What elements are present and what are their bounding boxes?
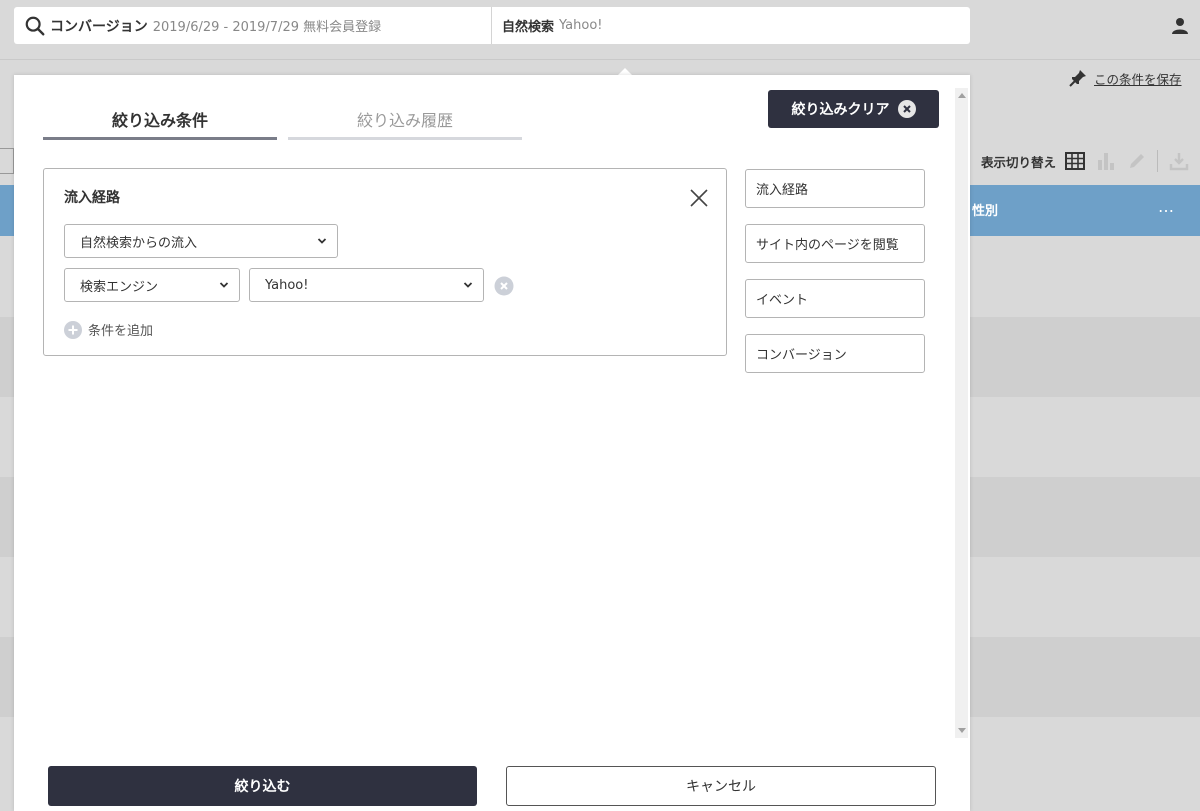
add-condition-button[interactable]: 条件を追加 [64, 320, 153, 339]
search-icon [25, 16, 45, 35]
pin-icon [1069, 70, 1086, 87]
table-view-icon[interactable] [1064, 150, 1086, 172]
download-icon[interactable] [1168, 150, 1190, 172]
column-menu-icon[interactable]: … [1158, 197, 1175, 216]
condition-card: 流入経路 自然検索からの流入 検索エンジン Yahoo! 条件を追加 [43, 168, 727, 356]
close-circle-icon [897, 100, 916, 118]
search-summary[interactable]: コンバージョン 2019/6/29 - 2019/7/29 無料会員登録 [14, 7, 492, 44]
cancel-button[interactable]: キャンセル [506, 766, 936, 806]
clear-filter-label: 絞り込みクリア [791, 102, 890, 118]
save-condition-link[interactable]: この条件を保存 [1068, 68, 1182, 88]
tab-filter-conditions[interactable]: 絞り込み条件 [43, 100, 277, 140]
chevron-down-icon [317, 238, 327, 244]
filter-modal: 絞り込み条件 絞り込み履歴 絞り込みクリア 流入経路 自然検索からの流入 検索エ… [14, 75, 970, 811]
key-select[interactable]: 検索エンジン [64, 268, 240, 302]
chevron-down-icon [219, 282, 229, 288]
value-select-value: Yahoo! [265, 277, 309, 293]
source-select[interactable]: 自然検索からの流入 [64, 224, 338, 258]
clear-filter-button[interactable]: 絞り込みクリア [768, 90, 939, 128]
save-condition-label: この条件を保存 [1094, 71, 1182, 87]
table-header [0, 185, 14, 236]
bar-chart-icon[interactable] [1095, 150, 1117, 172]
view-switch-label: 表示切り替え [981, 154, 1057, 170]
side-button-page-view[interactable]: サイト内のページを閲覧 [745, 224, 925, 263]
key-select-value: 検索エンジン [80, 279, 159, 295]
side-button-event[interactable]: イベント [745, 279, 925, 318]
filter-value: Yahoo! [559, 18, 603, 33]
separator [1157, 150, 1159, 172]
apply-filter-button[interactable]: 絞り込む [48, 766, 477, 806]
edit-icon[interactable] [1126, 150, 1148, 172]
search-subtitle: 2019/6/29 - 2019/7/29 無料会員登録 [152, 20, 382, 35]
background-control [0, 148, 14, 174]
scroll-up-icon[interactable] [958, 93, 966, 98]
value-select[interactable]: Yahoo! [249, 268, 484, 302]
column-header-gender[interactable]: 性別 [972, 200, 998, 219]
search-bar[interactable]: コンバージョン 2019/6/29 - 2019/7/29 無料会員登録 自然検… [14, 7, 970, 44]
scroll-down-icon[interactable] [958, 728, 966, 733]
add-condition-label: 条件を追加 [88, 324, 154, 339]
side-button-conversion[interactable]: コンバージョン [745, 334, 925, 373]
side-button-traffic-source[interactable]: 流入経路 [745, 169, 925, 208]
divider [0, 59, 1200, 60]
plus-circle-icon [64, 320, 82, 339]
scrollbar[interactable] [955, 88, 968, 738]
close-icon[interactable] [688, 187, 710, 209]
chevron-down-icon [463, 282, 473, 288]
view-switch: 表示切り替え [981, 150, 1199, 172]
source-select-value: 自然検索からの流入 [80, 235, 198, 251]
filter-label: 自然検索 [502, 20, 555, 35]
filter-summary[interactable]: 自然検索 Yahoo! [492, 16, 603, 35]
user-icon[interactable] [1170, 16, 1190, 36]
condition-title: 流入経路 [64, 190, 120, 206]
tab-filter-history[interactable]: 絞り込み履歴 [288, 100, 522, 140]
search-title: コンバージョン [50, 18, 148, 35]
remove-condition-icon[interactable] [494, 276, 514, 296]
